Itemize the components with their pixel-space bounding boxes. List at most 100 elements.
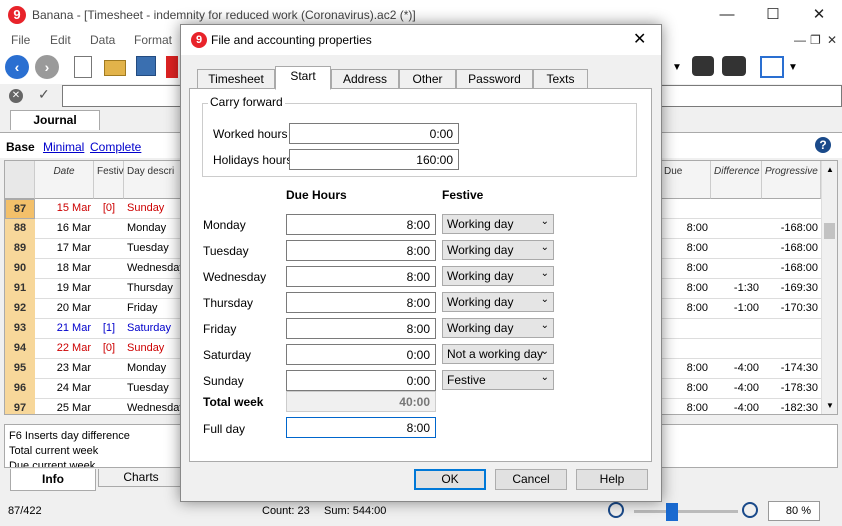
tab-password[interactable]: Password [456, 69, 533, 89]
tuesday-festive-select[interactable]: Working day ⌄ [442, 240, 554, 260]
row-number-cell[interactable]: 95 [5, 359, 35, 379]
tuesday-hours-field[interactable]: 8:00 [286, 240, 436, 261]
tab-other[interactable]: Other [399, 69, 456, 89]
day-cell[interactable]: Saturday [124, 319, 184, 339]
due-cell[interactable]: 8:00 [661, 219, 711, 239]
column-header-day[interactable]: Day descri [124, 161, 184, 199]
difference-cell[interactable]: -4:00 [711, 399, 762, 414]
view-minimal[interactable]: Minimal [43, 140, 84, 154]
progressive-cell[interactable] [762, 199, 821, 219]
table-scrollbar[interactable]: ▲ ▼ [821, 161, 837, 414]
progressive-cell[interactable]: -170:30 [762, 299, 821, 319]
difference-cell[interactable] [711, 259, 762, 279]
date-cell[interactable]: 15 Mar [35, 199, 94, 219]
full-day-field[interactable]: 8:00 [286, 417, 436, 438]
mdi-restore-icon[interactable]: ❐ [810, 33, 821, 47]
column-header-festive[interactable]: Festive [94, 161, 129, 199]
view-base[interactable]: Base [6, 140, 35, 154]
tab-charts[interactable]: Charts [98, 469, 184, 487]
festive-cell[interactable] [94, 239, 124, 259]
row-number-cell[interactable]: 89 [5, 239, 35, 259]
sunday-festive-select[interactable]: Festive ⌄ [442, 370, 554, 390]
dialog-close-icon[interactable]: ✕ [633, 29, 646, 49]
find-binoculars-icon[interactable] [692, 56, 714, 76]
window-switch-icon[interactable] [760, 56, 784, 78]
due-cell[interactable]: 8:00 [661, 399, 711, 414]
date-cell[interactable]: 21 Mar [35, 319, 94, 339]
column-header-due[interactable]: Due [661, 161, 711, 199]
row-number-cell[interactable]: 91 [5, 279, 35, 299]
save-icon[interactable] [136, 56, 156, 76]
day-cell[interactable]: Monday [124, 219, 184, 239]
progressive-cell[interactable] [762, 339, 821, 359]
difference-cell[interactable] [711, 219, 762, 239]
tab-start[interactable]: Start [275, 66, 331, 90]
difference-cell[interactable]: -4:00 [711, 379, 762, 399]
ok-button[interactable]: OK [414, 469, 486, 490]
due-cell[interactable] [661, 319, 711, 339]
day-cell[interactable]: Wednesday [124, 399, 184, 414]
date-cell[interactable]: 20 Mar [35, 299, 94, 319]
row-number-cell[interactable]: 92 [5, 299, 35, 319]
difference-cell[interactable] [711, 199, 762, 219]
scroll-up-icon[interactable]: ▲ [826, 165, 834, 174]
festive-cell[interactable] [94, 259, 124, 279]
festive-cell[interactable]: [0] [94, 339, 124, 359]
day-cell[interactable]: Tuesday [124, 239, 184, 259]
tab-timesheet[interactable]: Timesheet [197, 69, 275, 89]
confirm-edit-icon[interactable]: ✓ [38, 86, 50, 103]
progressive-cell[interactable]: -168:00 [762, 239, 821, 259]
progressive-cell[interactable]: -168:00 [762, 219, 821, 239]
day-cell[interactable]: Thursday [124, 279, 184, 299]
dropdown-chevron-icon[interactable]: ▼ [672, 62, 682, 73]
day-cell[interactable]: Friday [124, 299, 184, 319]
column-header-difference[interactable]: Difference [711, 161, 762, 199]
festive-cell[interactable] [94, 279, 124, 299]
festive-cell[interactable] [94, 379, 124, 399]
tab-texts[interactable]: Texts [533, 69, 588, 89]
open-folder-icon[interactable] [104, 60, 126, 76]
date-cell[interactable]: 16 Mar [35, 219, 94, 239]
view-complete[interactable]: Complete [90, 140, 141, 154]
date-cell[interactable]: 24 Mar [35, 379, 94, 399]
worked-hours-field[interactable]: 0:00 [289, 123, 459, 144]
minimize-button[interactable]: — [704, 0, 750, 30]
row-number-cell[interactable]: 94 [5, 339, 35, 359]
progressive-cell[interactable] [762, 319, 821, 339]
menu-file[interactable]: File [11, 33, 30, 47]
menu-edit[interactable]: Edit [50, 33, 71, 47]
due-cell[interactable]: 8:00 [661, 279, 711, 299]
difference-cell[interactable] [711, 319, 762, 339]
difference-cell[interactable]: -1:00 [711, 299, 762, 319]
help-button[interactable]: Help [576, 469, 648, 490]
due-cell[interactable]: 8:00 [661, 299, 711, 319]
row-number-cell[interactable]: 93 [5, 319, 35, 339]
friday-hours-field[interactable]: 8:00 [286, 318, 436, 339]
day-cell[interactable]: Monday [124, 359, 184, 379]
day-cell[interactable]: Sunday [124, 199, 184, 219]
zoom-slider-thumb[interactable] [666, 503, 678, 521]
zoom-level-field[interactable]: 80 % [768, 501, 820, 521]
zoom-in-icon[interactable] [742, 502, 758, 518]
progressive-cell[interactable]: -168:00 [762, 259, 821, 279]
festive-cell[interactable]: [0] [94, 199, 124, 219]
new-file-icon[interactable] [74, 56, 92, 78]
help-icon[interactable]: ? [815, 137, 831, 153]
scroll-down-icon[interactable]: ▼ [826, 401, 834, 410]
progressive-cell[interactable]: -169:30 [762, 279, 821, 299]
day-cell[interactable]: Sunday [124, 339, 184, 359]
row-number-cell[interactable]: 96 [5, 379, 35, 399]
due-cell[interactable] [661, 199, 711, 219]
mdi-close-icon[interactable]: ✕ [827, 33, 837, 47]
back-arrow-icon[interactable]: ‹ [5, 55, 29, 79]
day-cell[interactable]: Wednesday [124, 259, 184, 279]
pdf-icon[interactable] [166, 56, 178, 78]
sunday-hours-field[interactable]: 0:00 [286, 370, 436, 391]
festive-cell[interactable] [94, 299, 124, 319]
holidays-hours-field[interactable]: 160:00 [289, 149, 459, 170]
row-number-cell[interactable]: 97 [5, 399, 35, 414]
due-cell[interactable]: 8:00 [661, 259, 711, 279]
tab-info[interactable]: Info [10, 469, 96, 491]
date-cell[interactable]: 17 Mar [35, 239, 94, 259]
wednesday-hours-field[interactable]: 8:00 [286, 266, 436, 287]
